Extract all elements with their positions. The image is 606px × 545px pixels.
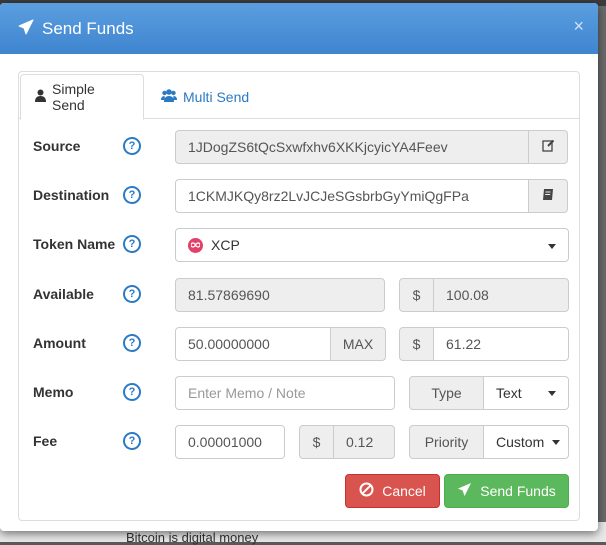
chevron-down-icon <box>552 439 561 445</box>
available-help-icon[interactable]: ? <box>123 285 141 303</box>
actions-row: Cancel Send Funds <box>33 474 573 508</box>
memo-type-label: Type <box>409 376 484 410</box>
cancel-button[interactable]: Cancel <box>345 474 440 508</box>
destination-label: Destination <box>33 187 110 203</box>
tab-bar: Simple Send Multi Send <box>19 72 579 120</box>
token-select[interactable]: XCP <box>175 228 569 262</box>
destination-row: Destination ? 1CKMJKQy8rz2LvJCJeSGsbrbGy… <box>33 179 573 213</box>
amount-help-icon[interactable]: ? <box>123 334 141 352</box>
token-label: Token Name <box>33 236 116 252</box>
token-value: XCP <box>211 237 240 253</box>
tab-label: Multi Send <box>183 89 250 105</box>
memo-type-select[interactable]: Text <box>483 376 569 410</box>
memo-type-value: Text <box>496 385 522 401</box>
usd-addon: $ <box>399 327 434 361</box>
xcp-logo-icon <box>188 237 203 253</box>
chevron-down-icon <box>548 244 556 249</box>
amount-input[interactable]: 50.00000000 <box>175 327 331 361</box>
edit-icon <box>541 139 555 155</box>
tab-multi-send[interactable]: Multi Send <box>147 74 263 120</box>
memo-help-icon[interactable]: ? <box>123 383 141 401</box>
fee-label: Fee <box>33 433 58 449</box>
fee-usd-field: 0.12 <box>333 425 395 459</box>
usd-addon: $ <box>299 425 334 459</box>
send-funds-button[interactable]: Send Funds <box>444 474 569 508</box>
priority-label: Priority <box>409 425 484 459</box>
fee-input[interactable]: 0.00001000 <box>175 425 285 459</box>
max-button[interactable]: MAX <box>330 327 386 361</box>
edit-source-button[interactable] <box>528 130 568 164</box>
paper-plane-icon <box>457 482 472 500</box>
destination-help-icon[interactable]: ? <box>123 186 141 204</box>
amount-usd-input[interactable]: 61.22 <box>433 327 569 361</box>
tab-simple-send[interactable]: Simple Send <box>20 74 144 120</box>
available-usd-field: 100.08 <box>433 278 569 312</box>
available-row: Available ? 81.57869690 $ 100.08 <box>33 278 573 312</box>
amount-row: Amount ? 50.00000000 MAX $ 61.22 <box>33 327 573 361</box>
memo-placeholder: Enter Memo / Note <box>188 385 306 401</box>
fee-row: Fee ? 0.00001000 $ 0.12 Priority Custom <box>33 425 573 459</box>
send-form-panel: Simple Send Multi Send Source ? 1JDogZS6… <box>18 71 580 521</box>
background-footer-text: Bitcoin is digital money <box>126 530 259 545</box>
usd-addon: $ <box>399 278 434 312</box>
source-label: Source <box>33 138 81 154</box>
token-row: Token Name ? XCP <box>33 228 573 262</box>
priority-select[interactable]: Custom <box>483 425 569 459</box>
source-row: Source ? 1JDogZS6tQcSxwfxhv6XKKjcyicYA4F… <box>33 130 573 164</box>
address-book-button[interactable] <box>528 179 568 213</box>
background-right-edge <box>598 6 606 522</box>
token-help-icon[interactable]: ? <box>123 235 141 253</box>
available-field: 81.57869690 <box>175 278 385 312</box>
send-funds-modal: Send Funds × Simple Send Multi Send Sour… <box>0 3 598 531</box>
chevron-down-icon <box>548 390 556 396</box>
memo-label: Memo <box>33 384 74 400</box>
amount-label: Amount <box>33 335 86 351</box>
memo-row: Memo ? Enter Memo / Note Type Text <box>33 376 573 410</box>
close-button[interactable]: × <box>573 17 584 35</box>
users-icon <box>161 89 177 105</box>
cancel-label: Cancel <box>382 483 426 499</box>
modal-title: Send Funds <box>42 18 134 38</box>
destination-input[interactable]: 1CKMJKQy8rz2LvJCJeSGsbrbGyYmiQgFPa <box>175 179 529 213</box>
address-book-icon <box>542 188 554 204</box>
send-funds-label: Send Funds <box>480 483 556 499</box>
fee-help-icon[interactable]: ? <box>123 432 141 450</box>
priority-value: Custom <box>496 434 545 450</box>
available-label: Available <box>33 286 94 302</box>
ban-icon <box>359 482 374 500</box>
source-field[interactable]: 1JDogZS6tQcSxwfxhv6XKKjcyicYA4Feev <box>175 130 529 164</box>
user-icon <box>35 89 46 105</box>
tab-label: Simple Send <box>52 81 95 113</box>
paper-plane-icon <box>18 19 34 38</box>
modal-header: Send Funds × <box>0 3 598 54</box>
source-help-icon[interactable]: ? <box>123 137 141 155</box>
memo-input[interactable]: Enter Memo / Note <box>175 376 395 410</box>
